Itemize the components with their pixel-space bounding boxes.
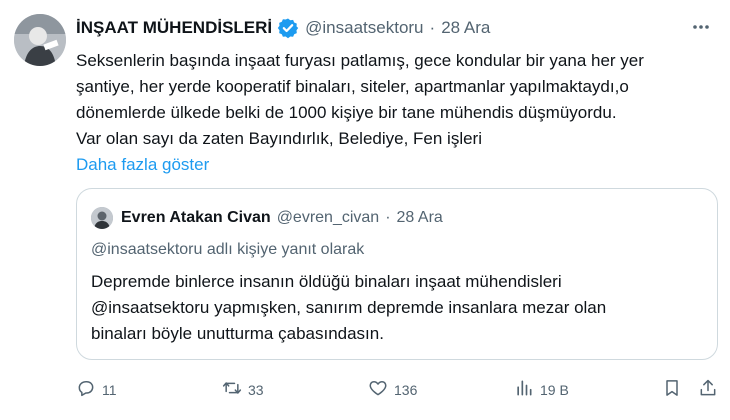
quoted-tweet[interactable]: Evren Atakan Civan @evren_civan · 28 Ara…	[76, 188, 718, 360]
quote-header: Evren Atakan Civan @evren_civan · 28 Ara	[91, 207, 443, 229]
header-separator: ·	[429, 18, 436, 37]
bookmark-icon	[662, 378, 682, 401]
views-chart-icon	[514, 378, 534, 401]
quote-text-line: @insaatsektoru yapmışken, sanırım deprem…	[91, 298, 607, 317]
show-more-link[interactable]: Daha fazla göster	[76, 152, 716, 178]
author-avatar[interactable]	[14, 14, 66, 66]
reply-count: 11	[102, 381, 117, 398]
quote-author-handle[interactable]: @evren_civan	[277, 209, 380, 227]
tweet-text-line: dönemlerde ülkede belki de 1000 kişiye b…	[76, 103, 617, 122]
bookmark-button[interactable]	[662, 378, 682, 401]
retweet-icon	[222, 378, 242, 401]
retweet-count: 33	[248, 381, 264, 398]
quote-text: Depremde binlerce insanın öldüğü binalar…	[91, 269, 606, 347]
reply-to-label: @insaatsektoru adlı kişiye yanıt olarak	[91, 241, 365, 258]
tweet-text-line: şantiye, her yerde kooperatif binaları, …	[76, 77, 629, 96]
action-bar: 11 33 136 19 B	[76, 378, 720, 402]
share-icon	[698, 378, 718, 401]
quote-date[interactable]: 28 Ara	[397, 209, 443, 227]
like-count: 136	[394, 381, 418, 398]
reply-icon	[76, 378, 96, 401]
reply-button[interactable]: 11	[76, 378, 117, 401]
quote-text-line: Depremde binlerce insanın öldüğü binalar…	[91, 272, 562, 291]
verified-badge-icon	[277, 17, 299, 39]
tweet-text-line: Var olan sayı da zaten Bayındırlık, Bele…	[76, 129, 482, 148]
tweet-text: Seksenlerin başında inşaat furyası patla…	[76, 48, 716, 178]
tweet-date[interactable]: 28 Ara	[441, 18, 490, 38]
views-button[interactable]: 19 B	[514, 378, 569, 401]
author-handle[interactable]: @insaatsektoru	[305, 18, 423, 38]
tweet-card: İNŞAAT MÜHENDİSLERİ @insaatsektoru · 28 …	[0, 0, 730, 420]
more-options-icon[interactable]	[688, 14, 714, 40]
retweet-button[interactable]: 33	[222, 378, 264, 401]
heart-icon	[368, 378, 388, 401]
share-button[interactable]	[698, 378, 718, 401]
author-name[interactable]: İNŞAAT MÜHENDİSLERİ	[76, 18, 272, 38]
quote-header-separator: ·	[385, 209, 391, 226]
quote-text-line: binaları böyle unutturma çabasındasın.	[91, 324, 384, 343]
tweet-text-line: Seksenlerin başında inşaat furyası patla…	[76, 51, 644, 70]
like-button[interactable]: 136	[368, 378, 417, 401]
quote-author-name[interactable]: Evren Atakan Civan	[121, 209, 271, 227]
tweet-header: İNŞAAT MÜHENDİSLERİ @insaatsektoru · 28 …	[76, 14, 490, 42]
view-count: 19 B	[540, 381, 569, 398]
quote-author-avatar[interactable]	[91, 207, 113, 229]
